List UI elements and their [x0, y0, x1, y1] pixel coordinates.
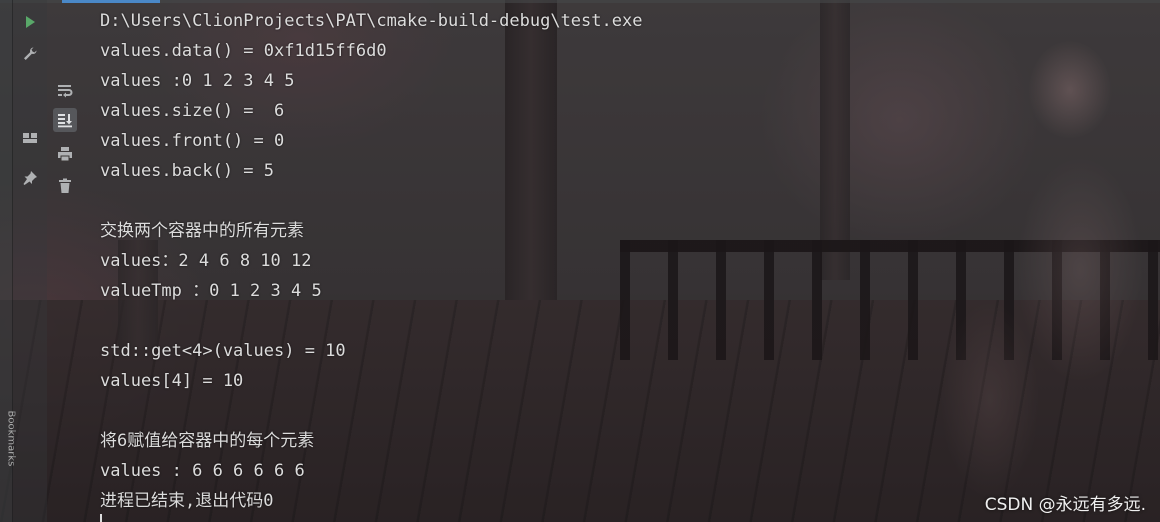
run-console-window: Bookmarks D:\Users\ClionProjects\PAT\cma…	[0, 0, 1160, 522]
watermark: CSDN @永远有多远.	[984, 495, 1146, 515]
console-line: values.back() = 5	[100, 161, 274, 181]
pin-icon[interactable]	[18, 166, 42, 190]
wrench-icon[interactable]	[18, 42, 42, 66]
active-tab-indicator	[62, 0, 160, 3]
console-output[interactable]: D:\Users\ClionProjects\PAT\cmake-build-d…	[100, 6, 920, 516]
print-icon[interactable]	[53, 142, 77, 166]
console-line: values.size() = 6	[100, 101, 285, 121]
console-line: values.front() = 0	[100, 131, 285, 151]
run-toolbar	[13, 0, 47, 522]
console-toolbar	[49, 70, 81, 522]
scroll-to-end-icon[interactable]	[53, 108, 77, 132]
console-line: values[4] = 10	[100, 371, 244, 391]
console-line-exe-path: D:\Users\ClionProjects\PAT\cmake-build-d…	[100, 11, 643, 31]
console-line: values : 6 6 6 6 6 6	[100, 461, 305, 481]
console-line: std::get<4>(values) = 10	[100, 341, 346, 361]
console-line: valueTmp ：0 1 2 3 4 5	[100, 281, 322, 301]
console-line: values :0 1 2 3 4 5	[100, 71, 295, 91]
top-strip	[0, 0, 1160, 3]
text-caret	[100, 514, 102, 522]
console-line-exit-code: 进程已结束,退出代码0	[100, 491, 274, 511]
console-line: values.data() = 0xf1d15ff6d0	[100, 41, 387, 61]
soft-wrap-icon[interactable]	[53, 78, 77, 102]
layout-icon[interactable]	[18, 126, 42, 150]
console-line-heading: 将6赋值给容器中的每个元素	[100, 431, 315, 451]
trash-icon[interactable]	[53, 174, 77, 198]
play-icon[interactable]	[18, 10, 42, 34]
bookmarks-strip[interactable]: Bookmarks	[0, 0, 17, 522]
console-line: values：2 4 6 8 10 12	[100, 251, 312, 271]
console-line-heading: 交换两个容器中的所有元素	[100, 221, 304, 241]
